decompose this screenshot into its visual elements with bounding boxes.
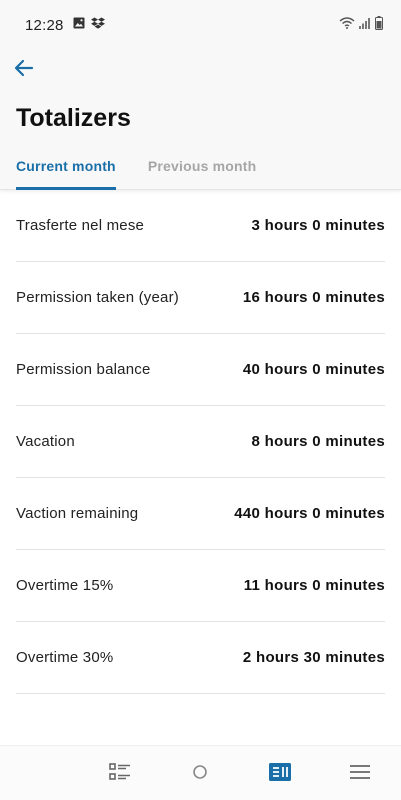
tab-previous-month[interactable]: Previous month xyxy=(148,158,257,190)
list-item: Permission balance 40 hours 0 minutes xyxy=(16,334,385,406)
item-label: Permission taken (year) xyxy=(16,289,179,306)
item-value: 8 hours 0 minutes xyxy=(251,433,385,450)
signal-icon xyxy=(359,16,371,34)
nav-recent-apps-button[interactable] xyxy=(106,760,134,788)
page-title: Totalizers xyxy=(16,104,131,132)
list-item: Overtime 30% 2 hours 30 minutes xyxy=(16,622,385,694)
list-item: Vacation 8 hours 0 minutes xyxy=(16,406,385,478)
totalizers-icon xyxy=(269,762,291,786)
status-left-icons xyxy=(73,16,105,34)
nav-menu-button[interactable] xyxy=(346,760,374,788)
recent-apps-icon xyxy=(109,762,131,787)
item-label: Overtime 15% xyxy=(16,577,114,594)
home-icon xyxy=(192,764,208,785)
item-value: 3 hours 0 minutes xyxy=(251,217,385,234)
item-label: Permission balance xyxy=(16,361,151,378)
item-label: Trasferte nel mese xyxy=(16,217,145,234)
tab-bar: Current month Previous month xyxy=(16,158,256,190)
item-value: 2 hours 30 minutes xyxy=(242,649,385,666)
dropbox-icon xyxy=(90,16,105,34)
item-value: 11 hours 0 minutes xyxy=(243,577,385,594)
totals-list: Trasferte nel mese 3 hours 0 minutes Per… xyxy=(16,190,385,694)
wifi-icon xyxy=(339,16,355,34)
item-label: Vaction remaining xyxy=(16,505,139,522)
nav-totalizers-button[interactable] xyxy=(266,760,294,788)
nav-home-button[interactable] xyxy=(186,760,214,788)
list-item: Vaction remaining 440 hours 0 minutes xyxy=(16,478,385,550)
menu-icon xyxy=(349,764,371,785)
app-header: Totalizers Current month Previous month xyxy=(0,50,401,190)
back-button[interactable] xyxy=(10,56,38,84)
item-value: 16 hours 0 minutes xyxy=(242,289,385,306)
image-icon xyxy=(73,16,85,34)
item-value: 40 hours 0 minutes xyxy=(242,361,385,378)
status-time: 12:28 xyxy=(25,16,64,34)
battery-icon xyxy=(375,15,383,35)
status-right-icons xyxy=(339,15,383,35)
item-label: Vacation xyxy=(16,433,75,450)
tab-current-month[interactable]: Current month xyxy=(16,158,116,190)
arrow-left-icon xyxy=(14,59,34,82)
bottom-nav xyxy=(0,745,401,800)
list-item: Trasferte nel mese 3 hours 0 minutes xyxy=(16,190,385,262)
item-label: Overtime 30% xyxy=(16,649,114,666)
item-value: 440 hours 0 minutes xyxy=(234,505,385,522)
list-item: Overtime 15% 11 hours 0 minutes xyxy=(16,550,385,622)
list-item: Permission taken (year) 16 hours 0 minut… xyxy=(16,262,385,334)
status-bar: 12:28 xyxy=(0,0,401,50)
screen: 12:28 Totalizers Current month Previous … xyxy=(0,0,401,800)
